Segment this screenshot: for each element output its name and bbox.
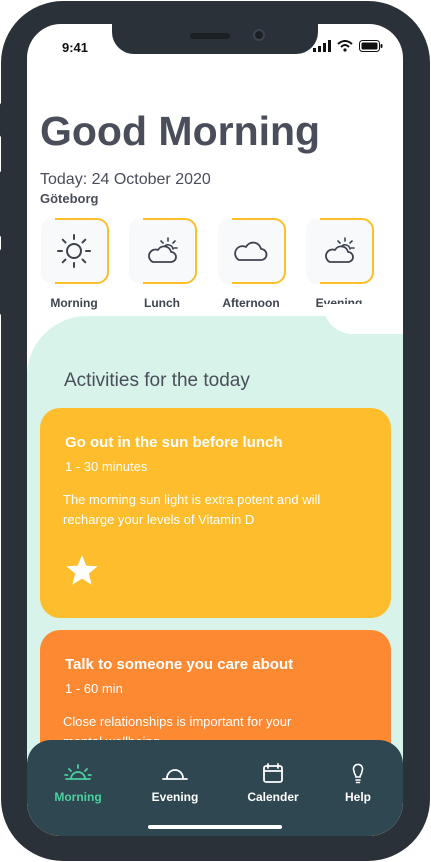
nav-label: Calender (247, 790, 299, 804)
activity-card[interactable]: Go out in the sun before lunch 1 - 30 mi… (40, 408, 391, 618)
activity-duration: 1 - 60 min (65, 681, 123, 696)
star-icon[interactable] (65, 554, 99, 586)
notch (112, 24, 318, 54)
volume-down-button (0, 249, 6, 315)
activity-duration: 1 - 30 minutes (65, 459, 148, 474)
sunset-icon (162, 769, 188, 780)
nav-item-evening[interactable]: Evening (135, 762, 215, 804)
period-label: Afternoon (222, 296, 280, 310)
wifi-icon (337, 40, 353, 52)
nav-item-morning[interactable]: Morning (38, 762, 118, 804)
activity-description: The morning sun light is extra potent an… (63, 492, 321, 527)
battery-icon (359, 40, 383, 52)
nav-item-calender[interactable]: Calender (233, 762, 313, 804)
activity-title: Talk to someone you care about (65, 656, 294, 673)
bottom-nav: Morning Evening Calender Help (27, 740, 403, 836)
period-label: Lunch (144, 296, 180, 310)
period-tile-accent (55, 218, 109, 284)
nav-label: Help (344, 790, 371, 804)
lightbulb-icon (352, 763, 364, 784)
speaker (190, 33, 230, 39)
home-indicator[interactable] (148, 825, 282, 829)
activities-heading: Activities for the today (64, 370, 250, 391)
calendar-icon (263, 763, 283, 783)
period-tile-accent (232, 218, 286, 284)
location-label: Göteborg (40, 191, 99, 206)
signal-icon (313, 40, 331, 52)
period-tile-accent (320, 218, 374, 284)
status-icons (313, 40, 383, 52)
nav-label: Morning (54, 790, 102, 804)
period-label: Morning (50, 296, 98, 310)
status-time: 9:41 (62, 40, 89, 55)
nav-label: Evening (151, 790, 199, 804)
sunrise-icon (64, 764, 92, 780)
volume-up-button (0, 171, 6, 237)
period-tile-accent (143, 218, 197, 284)
activity-title: Go out in the sun before lunch (65, 434, 283, 451)
greeting-title: Good Morning (40, 108, 321, 154)
today-date: Today: 24 October 2020 (40, 171, 211, 188)
mute-switch (0, 103, 6, 137)
app-screen: 9:41 Good Morning Today: 24 October 2020… (27, 24, 403, 836)
camera (253, 29, 265, 41)
nav-item-help[interactable]: Help (318, 762, 398, 804)
